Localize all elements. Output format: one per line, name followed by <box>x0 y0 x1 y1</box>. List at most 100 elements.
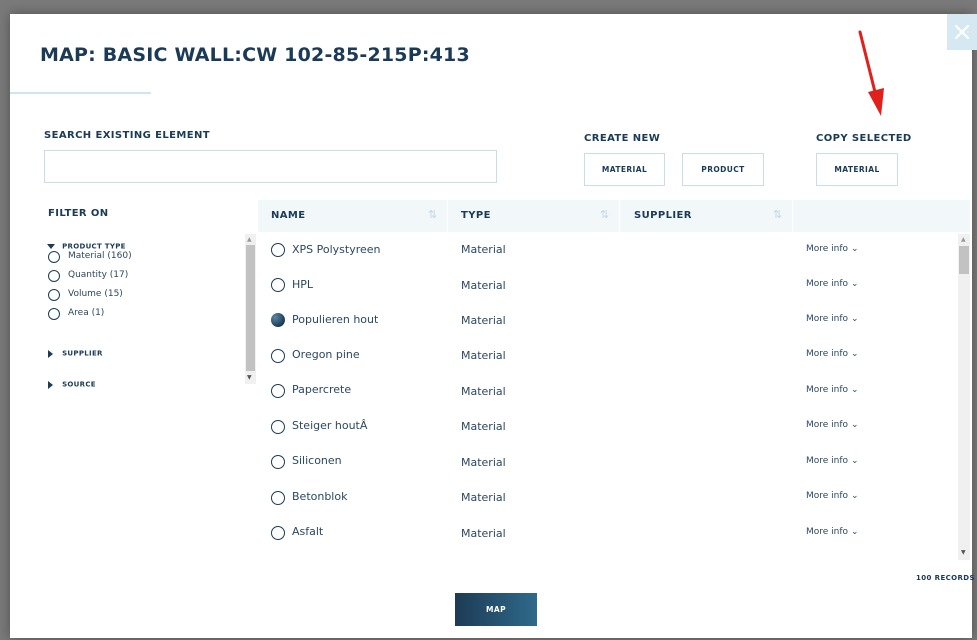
more-info-label: More info <box>806 527 849 537</box>
caret-down-icon <box>47 244 55 249</box>
more-info-link[interactable]: More info ⌄ <box>806 314 858 324</box>
column-header-supplier[interactable]: SUPPLIER <box>634 210 692 221</box>
product-type-label: PRODUCT TYPE <box>62 242 126 251</box>
chevron-down-icon: ⌄ <box>850 491 859 501</box>
caret-right-icon <box>48 380 53 389</box>
more-info-link[interactable]: More info ⌄ <box>806 491 858 501</box>
row-type: Material <box>461 527 506 540</box>
column-divider <box>792 200 793 232</box>
chevron-down-icon: ⌄ <box>850 527 859 537</box>
column-header-name[interactable]: NAME <box>271 210 306 221</box>
more-info-label: More info <box>806 349 849 359</box>
row-name: XPS Polystyreen <box>292 243 381 256</box>
more-info-link[interactable]: More info ⌄ <box>806 385 858 395</box>
source-filter-label: SOURCE <box>62 380 96 389</box>
row-select-radio[interactable] <box>271 455 285 469</box>
scroll-down-icon[interactable]: ▼ <box>961 549 966 556</box>
more-info-link[interactable]: More info ⌄ <box>806 279 858 289</box>
row-select-radio-selected[interactable] <box>271 313 285 327</box>
create-material-button[interactable]: MATERIAL <box>584 153 665 186</box>
row-type: Material <box>461 420 506 433</box>
list-scrollbar-thumb[interactable] <box>959 246 969 274</box>
more-info-label: More info <box>806 420 849 430</box>
chevron-down-icon: ⌄ <box>850 279 859 289</box>
caret-right-icon <box>48 349 53 358</box>
source-toggle[interactable]: SOURCE <box>48 374 96 393</box>
row-select-radio[interactable] <box>271 384 285 398</box>
filter-option-label: Quantity (17) <box>68 270 129 280</box>
filter-option-label: Area (1) <box>68 308 105 318</box>
close-icon <box>954 24 970 40</box>
filter-radio-volume[interactable] <box>48 289 60 301</box>
more-info-link[interactable]: More info ⌄ <box>806 527 858 537</box>
modal-title: MAP: BASIC WALL:CW 102-85-215P:413 <box>40 44 470 66</box>
row-type: Material <box>461 491 506 504</box>
more-info-link[interactable]: More info ⌄ <box>806 456 858 466</box>
row-name: Papercrete <box>292 383 352 396</box>
close-button[interactable] <box>947 14 977 50</box>
row-name: Asfalt <box>292 525 324 538</box>
more-info-link[interactable]: More info ⌄ <box>806 420 858 430</box>
chevron-down-icon: ⌄ <box>850 385 859 395</box>
filter-scrollbar-thumb[interactable] <box>246 245 255 371</box>
copy-material-button[interactable]: MATERIAL <box>816 153 898 186</box>
column-divider <box>447 200 448 232</box>
filter-radio-area[interactable] <box>48 308 60 320</box>
create-product-button[interactable]: PRODUCT <box>682 153 764 186</box>
chevron-down-icon: ⌄ <box>850 349 859 359</box>
row-select-radio[interactable] <box>271 278 285 292</box>
row-select-radio[interactable] <box>271 349 285 363</box>
filter-radio-material[interactable] <box>48 251 60 263</box>
map-button[interactable]: MAP <box>455 593 537 626</box>
row-name: Siliconen <box>292 454 342 467</box>
scroll-up-icon[interactable]: ▲ <box>961 236 966 243</box>
more-info-label: More info <box>806 279 849 289</box>
supplier-toggle[interactable]: SUPPLIER <box>48 343 103 362</box>
sort-icon[interactable]: ⇅ <box>428 208 437 221</box>
search-input[interactable] <box>44 150 497 183</box>
search-label: SEARCH EXISTING ELEMENT <box>44 130 210 141</box>
filter-option-label: Material (160) <box>68 251 132 261</box>
row-type: Material <box>461 385 506 398</box>
title-divider <box>10 92 151 94</box>
row-type: Material <box>461 243 506 256</box>
filter-radio-quantity[interactable] <box>48 270 60 282</box>
more-info-label: More info <box>806 244 849 254</box>
row-type: Material <box>461 314 506 327</box>
row-select-radio[interactable] <box>271 243 285 257</box>
row-name: Oregon pine <box>292 348 360 361</box>
row-type: Material <box>461 279 506 292</box>
chevron-down-icon: ⌄ <box>850 314 859 324</box>
more-info-label: More info <box>806 314 849 324</box>
filter-title: FILTER ON <box>48 208 109 219</box>
scroll-down-icon[interactable]: ▼ <box>247 374 252 381</box>
filter-option-label: Volume (15) <box>68 289 123 299</box>
more-info-link[interactable]: More info ⌄ <box>806 244 858 254</box>
column-header-type[interactable]: TYPE <box>461 210 491 221</box>
column-divider <box>619 200 620 232</box>
chevron-down-icon: ⌄ <box>850 420 859 430</box>
table-header <box>258 200 970 232</box>
scroll-up-icon[interactable]: ▲ <box>247 236 252 243</box>
more-info-label: More info <box>806 456 849 466</box>
more-info-link[interactable]: More info ⌄ <box>806 349 858 359</box>
list-scrollbar[interactable] <box>958 234 970 560</box>
more-info-label: More info <box>806 385 849 395</box>
red-arrow-annotation <box>858 30 884 116</box>
create-new-label: CREATE NEW <box>584 133 661 144</box>
copy-selected-label: COPY SELECTED <box>816 133 912 144</box>
row-select-radio[interactable] <box>271 526 285 540</box>
row-select-radio[interactable] <box>271 420 285 434</box>
row-name: Betonblok <box>292 490 348 503</box>
sort-icon[interactable]: ⇅ <box>600 208 609 221</box>
chevron-down-icon: ⌄ <box>850 244 859 254</box>
more-info-label: More info <box>806 491 849 501</box>
records-count: 100 RECORDS <box>916 574 975 582</box>
row-select-radio[interactable] <box>271 491 285 505</box>
row-type: Material <box>461 349 506 362</box>
row-name: HPL <box>292 278 314 291</box>
chevron-down-icon: ⌄ <box>850 456 859 466</box>
row-type: Material <box>461 456 506 469</box>
sort-icon[interactable]: ⇅ <box>773 208 782 221</box>
row-name: Steiger houtÂ <box>292 419 368 432</box>
